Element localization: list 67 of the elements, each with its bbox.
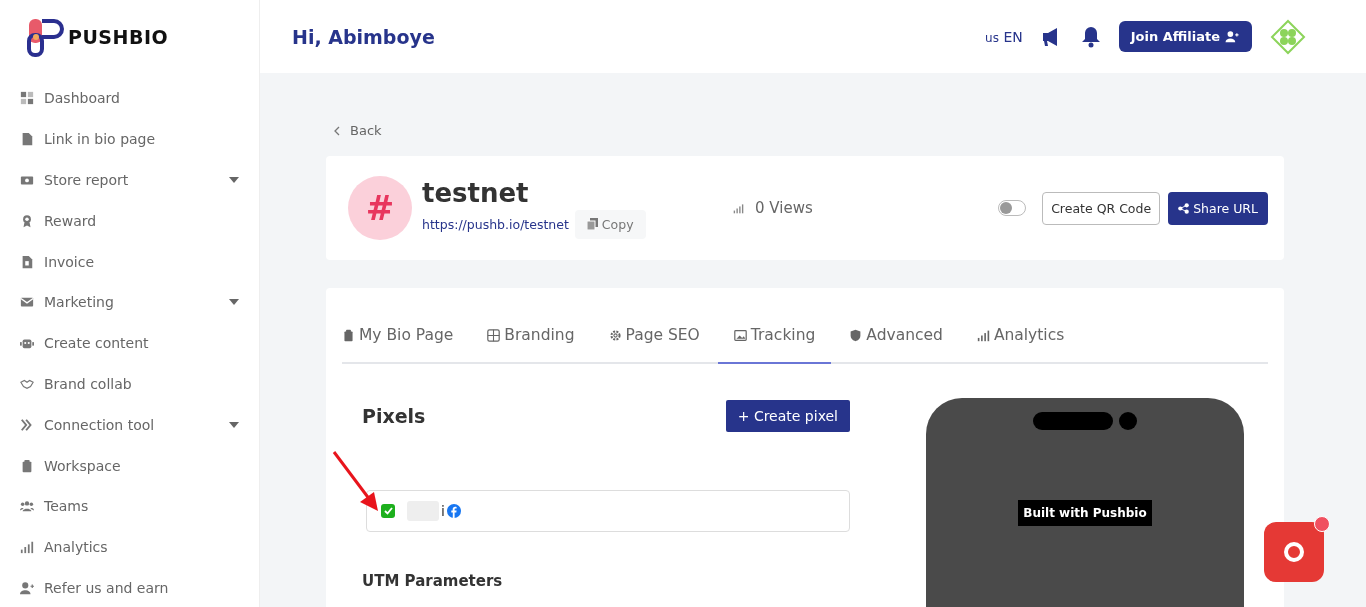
tab[interactable]: Page SEO bbox=[608, 312, 716, 364]
tab[interactable]: My Bio Page bbox=[342, 312, 470, 364]
chevron-left-icon bbox=[334, 125, 340, 136]
built-with-badge: Built with Pushbio bbox=[1018, 500, 1152, 526]
copy-icon bbox=[586, 218, 598, 230]
sidebar-item[interactable]: Refer us and earn bbox=[0, 567, 259, 607]
clipboard-icon bbox=[20, 458, 34, 473]
notification-bell-icon[interactable] bbox=[1080, 25, 1101, 48]
sidebar-item[interactable]: Dashboard bbox=[0, 78, 259, 119]
image-icon bbox=[733, 328, 747, 342]
user-plus-icon bbox=[1224, 30, 1240, 43]
brand-name: PUSHBIO bbox=[68, 26, 169, 48]
bar-chart-icon bbox=[976, 328, 990, 342]
sidebar-item[interactable]: Link in bio page bbox=[0, 118, 259, 160]
sidebar-item[interactable]: Store report bbox=[0, 159, 259, 201]
greeting: Hi, Abimboye bbox=[292, 25, 435, 48]
sidebar-item[interactable]: Connection tool bbox=[0, 404, 259, 446]
help-chat-button[interactable] bbox=[1264, 522, 1324, 582]
pixel-item[interactable]: i bbox=[366, 490, 850, 532]
sidebar-item[interactable]: Marketing bbox=[0, 282, 259, 323]
chevrons-icon bbox=[20, 417, 34, 432]
lifebuoy-icon bbox=[1282, 540, 1306, 564]
page-avatar: # bbox=[348, 176, 412, 240]
sidebar-item[interactable]: Create content bbox=[0, 322, 259, 364]
notification-dot bbox=[1314, 516, 1330, 532]
views-count: 0 Views bbox=[755, 199, 813, 217]
language-selector[interactable]: us EN bbox=[985, 28, 1023, 45]
bar-chart-icon bbox=[20, 540, 34, 555]
page-url-link[interactable]: https://pushb.io/testnet bbox=[422, 216, 569, 232]
caret-icon bbox=[229, 299, 239, 306]
copy-button[interactable]: Copy bbox=[574, 209, 646, 239]
user-plus-icon bbox=[20, 580, 34, 595]
pixel-name: i bbox=[441, 503, 445, 519]
tab[interactable]: Branding bbox=[487, 312, 591, 364]
page-name: testnet bbox=[422, 177, 530, 208]
facebook-icon bbox=[446, 504, 461, 518]
toggle-switch[interactable] bbox=[998, 200, 1027, 216]
users-icon bbox=[20, 499, 34, 514]
sidebar-item[interactable]: Brand collab bbox=[0, 363, 259, 405]
sidebar-item[interactable]: Teams bbox=[0, 485, 259, 527]
share-icon bbox=[1178, 202, 1190, 214]
award-icon bbox=[20, 213, 34, 228]
share-url-button[interactable]: Share URL bbox=[1168, 191, 1268, 225]
section-title: Pixels bbox=[362, 405, 426, 427]
bar-chart-icon bbox=[732, 202, 745, 214]
sidebar-item[interactable]: Invoice bbox=[0, 241, 259, 282]
shield-icon bbox=[849, 328, 863, 342]
logo-icon bbox=[26, 17, 66, 57]
create-qr-code-button[interactable]: Create QR Code bbox=[1042, 191, 1161, 225]
section-title: UTM Parameters bbox=[362, 572, 504, 590]
tab[interactable]: Tracking bbox=[717, 312, 832, 364]
create-pixel-button[interactable]: + Create pixel bbox=[725, 400, 850, 432]
sidebar-item[interactable]: Workspace bbox=[0, 445, 259, 486]
back-link[interactable]: Back bbox=[334, 123, 382, 138]
invoice-icon bbox=[20, 254, 34, 269]
caret-icon bbox=[229, 177, 239, 183]
caret-icon bbox=[229, 421, 239, 428]
tab[interactable]: Analytics bbox=[976, 312, 1081, 364]
gear-icon bbox=[608, 328, 622, 342]
join-affiliate-button[interactable]: Join Affiliate bbox=[1118, 21, 1252, 52]
grid-icon bbox=[20, 91, 34, 106]
sidebar-item[interactable]: Reward bbox=[0, 200, 259, 242]
clipboard-icon bbox=[342, 328, 355, 342]
tab[interactable]: Advanced bbox=[849, 312, 959, 364]
sidebar-item[interactable]: Analytics bbox=[0, 526, 259, 568]
status-checkbox[interactable] bbox=[381, 504, 395, 518]
file-icon bbox=[20, 132, 34, 147]
